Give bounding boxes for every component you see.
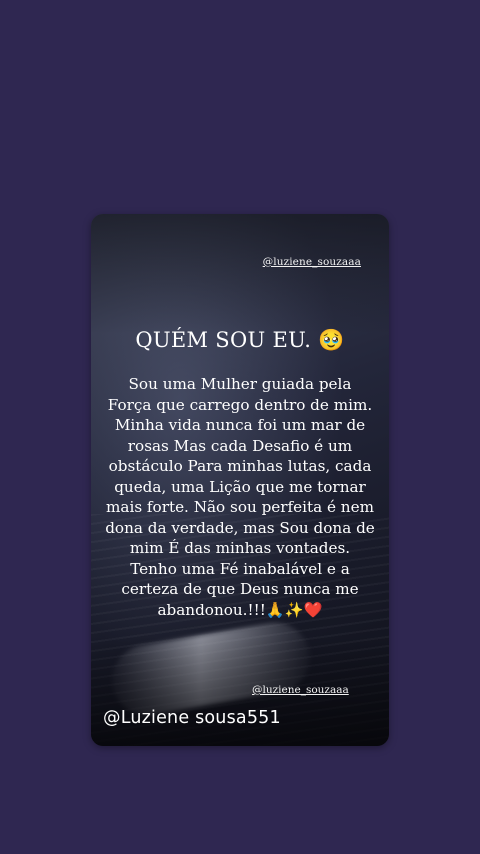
story-card[interactable]: @luziene_souzaaa QUÉM SOU EU. 🥹 Sou uma … (91, 214, 389, 746)
handle-mention-bottom[interactable]: @luziene_souzaaa (252, 684, 349, 696)
story-title: QUÉM SOU EU. 🥹 (135, 328, 345, 352)
story-body-text: Sou uma Mulher guiada pela Força que car… (105, 375, 375, 619)
top-shade (91, 214, 389, 334)
handle-mention-top[interactable]: @luziene_souzaaa (263, 256, 361, 268)
author-watermark: @Luziene sousa551 (103, 708, 281, 728)
